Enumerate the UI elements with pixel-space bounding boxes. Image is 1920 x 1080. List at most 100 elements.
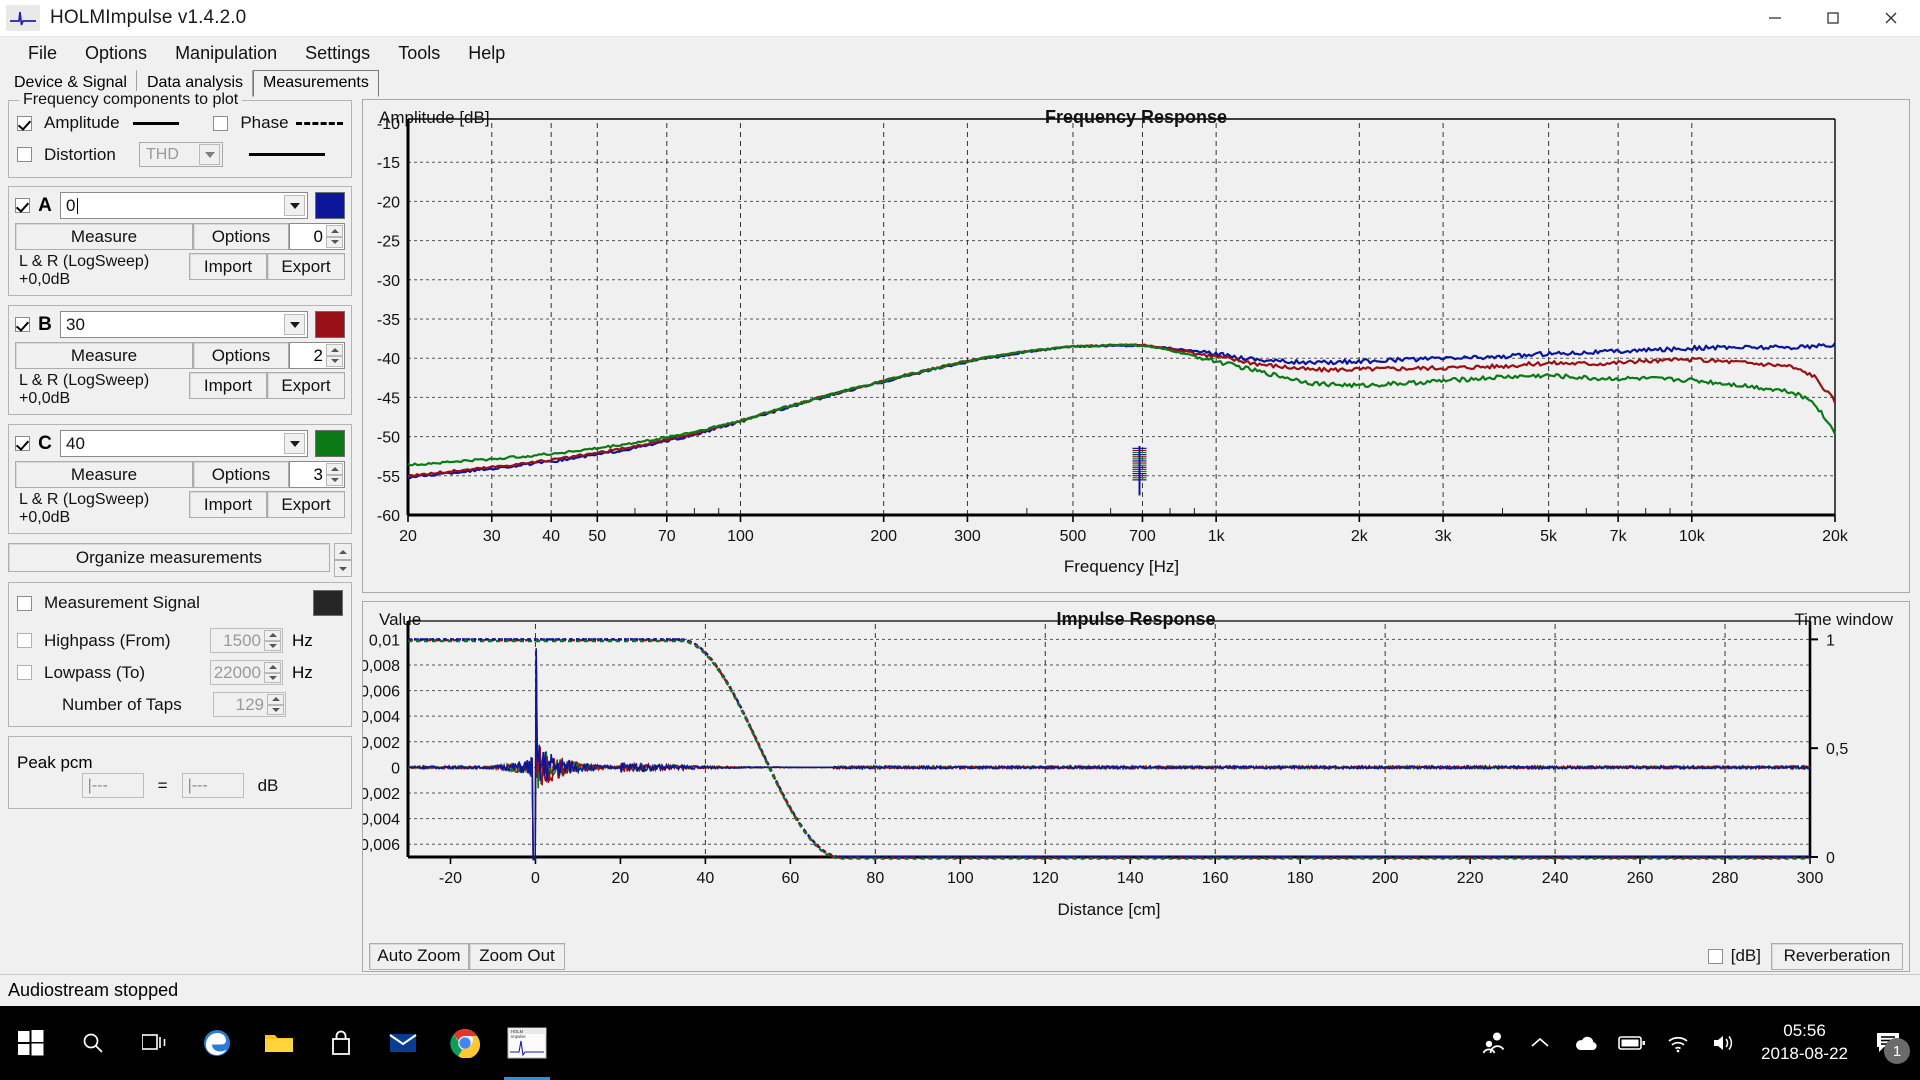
db-checkbox[interactable] <box>1707 948 1723 964</box>
maximize-icon[interactable] <box>1804 0 1862 37</box>
chevron-down-icon[interactable] <box>284 195 305 216</box>
impulse-response-toolbar: Auto Zoom Zoom Out [dB] Reverberation <box>363 941 1909 971</box>
measurement-c-color-swatch[interactable] <box>315 430 345 457</box>
scroll-up-icon[interactable] <box>334 543 352 560</box>
measurement-b-index-stepper[interactable]: 2 <box>289 342 345 369</box>
reverberation-button[interactable]: Reverberation <box>1771 942 1903 970</box>
taps-value-stepper[interactable]: 129 <box>213 692 286 717</box>
measurement-b-options-button[interactable]: Options <box>193 342 289 369</box>
measurement-a-options-button[interactable]: Options <box>193 223 289 250</box>
task-view-icon[interactable] <box>124 1006 186 1080</box>
stepper-up-icon[interactable] <box>267 694 284 705</box>
measurement-b-export-button[interactable]: Export <box>267 372 345 399</box>
measurement-signal-color-swatch[interactable] <box>313 590 343 616</box>
stepper-down-icon[interactable] <box>267 704 284 715</box>
minimize-icon[interactable] <box>1746 0 1804 37</box>
measurement-a-index-stepper[interactable]: 0 <box>289 223 345 250</box>
search-icon[interactable] <box>62 1006 124 1080</box>
stepper-up-icon[interactable] <box>326 344 343 356</box>
phase-checkbox[interactable] <box>213 115 229 131</box>
menu-tools[interactable]: Tools <box>384 39 454 68</box>
tab-measurements[interactable]: Measurements <box>253 70 379 97</box>
menu-file[interactable]: File <box>14 39 71 68</box>
measurement-a-name-input[interactable]: 0 <box>60 192 308 219</box>
menu-manipulation[interactable]: Manipulation <box>161 39 291 68</box>
measurement-signal-checkbox[interactable] <box>17 595 32 611</box>
peak-pcm-group: Peak pcm |--- = |--- dB <box>8 736 352 809</box>
stepper-down-icon[interactable] <box>326 355 343 367</box>
lowpass-checkbox[interactable] <box>17 665 32 680</box>
stepper-down-icon[interactable] <box>326 236 343 248</box>
chrome-browser-icon[interactable] <box>434 1006 496 1080</box>
onedrive-icon[interactable] <box>1563 1006 1609 1080</box>
peak-pcm-equals: = <box>157 775 168 795</box>
microsoft-store-icon[interactable] <box>310 1006 372 1080</box>
lowpass-value-stepper[interactable]: 22000 <box>210 660 283 685</box>
measurement-scroll-buttons[interactable] <box>334 543 352 577</box>
zoom-out-button[interactable]: Zoom Out <box>469 942 565 970</box>
svg-text:0,004: 0,004 <box>363 709 400 726</box>
taskbar-clock[interactable]: 05:56 2018-08-22 <box>1747 1020 1862 1066</box>
mail-icon[interactable] <box>372 1006 434 1080</box>
measurement-b-color-swatch[interactable] <box>315 311 345 338</box>
svg-text:0,5: 0,5 <box>1826 741 1848 758</box>
organize-measurements-button[interactable]: Organize measurements <box>8 543 330 572</box>
people-icon[interactable] <box>1471 1006 1517 1080</box>
measurement-b-name-input[interactable]: 30 <box>60 311 308 338</box>
auto-zoom-button[interactable]: Auto Zoom <box>369 942 469 970</box>
measurement-a-enable-checkbox[interactable] <box>15 198 30 213</box>
menu-help[interactable]: Help <box>454 39 519 68</box>
measurement-c-measure-button[interactable]: Measure <box>15 461 193 488</box>
measurement-b-enable-checkbox[interactable] <box>15 317 30 332</box>
distortion-type-select[interactable]: THD <box>139 142 223 167</box>
measurement-b-import-button[interactable]: Import <box>189 372 267 399</box>
peak-pcm-legend: Peak pcm <box>17 753 93 772</box>
file-explorer-icon[interactable] <box>248 1006 310 1080</box>
measurement-c-name-input[interactable]: 40 <box>60 430 308 457</box>
measurement-a-import-button[interactable]: Import <box>189 253 267 280</box>
chevron-down-icon[interactable] <box>284 314 305 335</box>
stepper-up-icon[interactable] <box>326 225 343 237</box>
highpass-value-stepper[interactable]: 1500 <box>210 628 283 653</box>
measurement-c-import-button[interactable]: Import <box>189 491 267 518</box>
show-hidden-icons-icon[interactable] <box>1517 1006 1563 1080</box>
impulse-response-plot[interactable]: 0,01 0,008 0,006 0,004 0,002 0 -0,002 -0,004 -0,… <box>363 602 1886 932</box>
highpass-checkbox[interactable] <box>17 633 32 648</box>
chevron-down-icon[interactable] <box>284 433 305 454</box>
stepper-up-icon[interactable] <box>264 630 281 641</box>
measurement-a-export-button[interactable]: Export <box>267 253 345 280</box>
stepper-down-icon[interactable] <box>264 640 281 651</box>
measurement-a-color-swatch[interactable] <box>315 192 345 219</box>
amplitude-checkbox[interactable] <box>17 115 32 131</box>
stepper-up-icon[interactable] <box>326 463 343 475</box>
svg-text:0,01: 0,01 <box>369 632 400 649</box>
taskbar: HOLM Impulse 05:56 2018-08-22 1 <box>0 1006 1920 1080</box>
svg-text:20k: 20k <box>1822 528 1849 545</box>
measurement-c-index-stepper[interactable]: 3 <box>289 461 345 488</box>
measurement-c-enable-checkbox[interactable] <box>15 436 30 451</box>
stepper-down-icon[interactable] <box>326 474 343 486</box>
menu-options[interactable]: Options <box>71 39 161 68</box>
svg-text:-60: -60 <box>377 508 400 525</box>
start-icon[interactable] <box>0 1006 62 1080</box>
stepper-down-icon[interactable] <box>264 672 281 683</box>
battery-icon[interactable] <box>1609 1006 1655 1080</box>
action-center-icon[interactable]: 1 <box>1862 1006 1914 1080</box>
holmimpulse-taskbar-icon[interactable]: HOLM Impulse <box>496 1006 558 1080</box>
close-icon[interactable] <box>1862 0 1920 37</box>
frequency-response-plot[interactable]: -10-15-20-25-30-35-40-45-50-55-6020 30 40 5… <box>363 100 1886 585</box>
stepper-up-icon[interactable] <box>264 662 281 673</box>
measurement-a-measure-button[interactable]: Measure <box>15 223 193 250</box>
measurement-signal-label: Measurement Signal <box>44 593 200 612</box>
application-window: HOLMImpulse v1.4.2.0 File Options Manipu… <box>0 0 1920 1080</box>
menu-settings[interactable]: Settings <box>291 39 384 68</box>
scroll-down-icon[interactable] <box>334 560 352 577</box>
distortion-checkbox[interactable] <box>17 147 32 162</box>
wifi-icon[interactable] <box>1655 1006 1701 1080</box>
measurement-c-export-button[interactable]: Export <box>267 491 345 518</box>
svg-text:40: 40 <box>542 528 560 545</box>
measurement-b-measure-button[interactable]: Measure <box>15 342 193 369</box>
edge-browser-icon[interactable] <box>186 1006 248 1080</box>
volume-icon[interactable] <box>1701 1006 1747 1080</box>
measurement-c-options-button[interactable]: Options <box>193 461 289 488</box>
